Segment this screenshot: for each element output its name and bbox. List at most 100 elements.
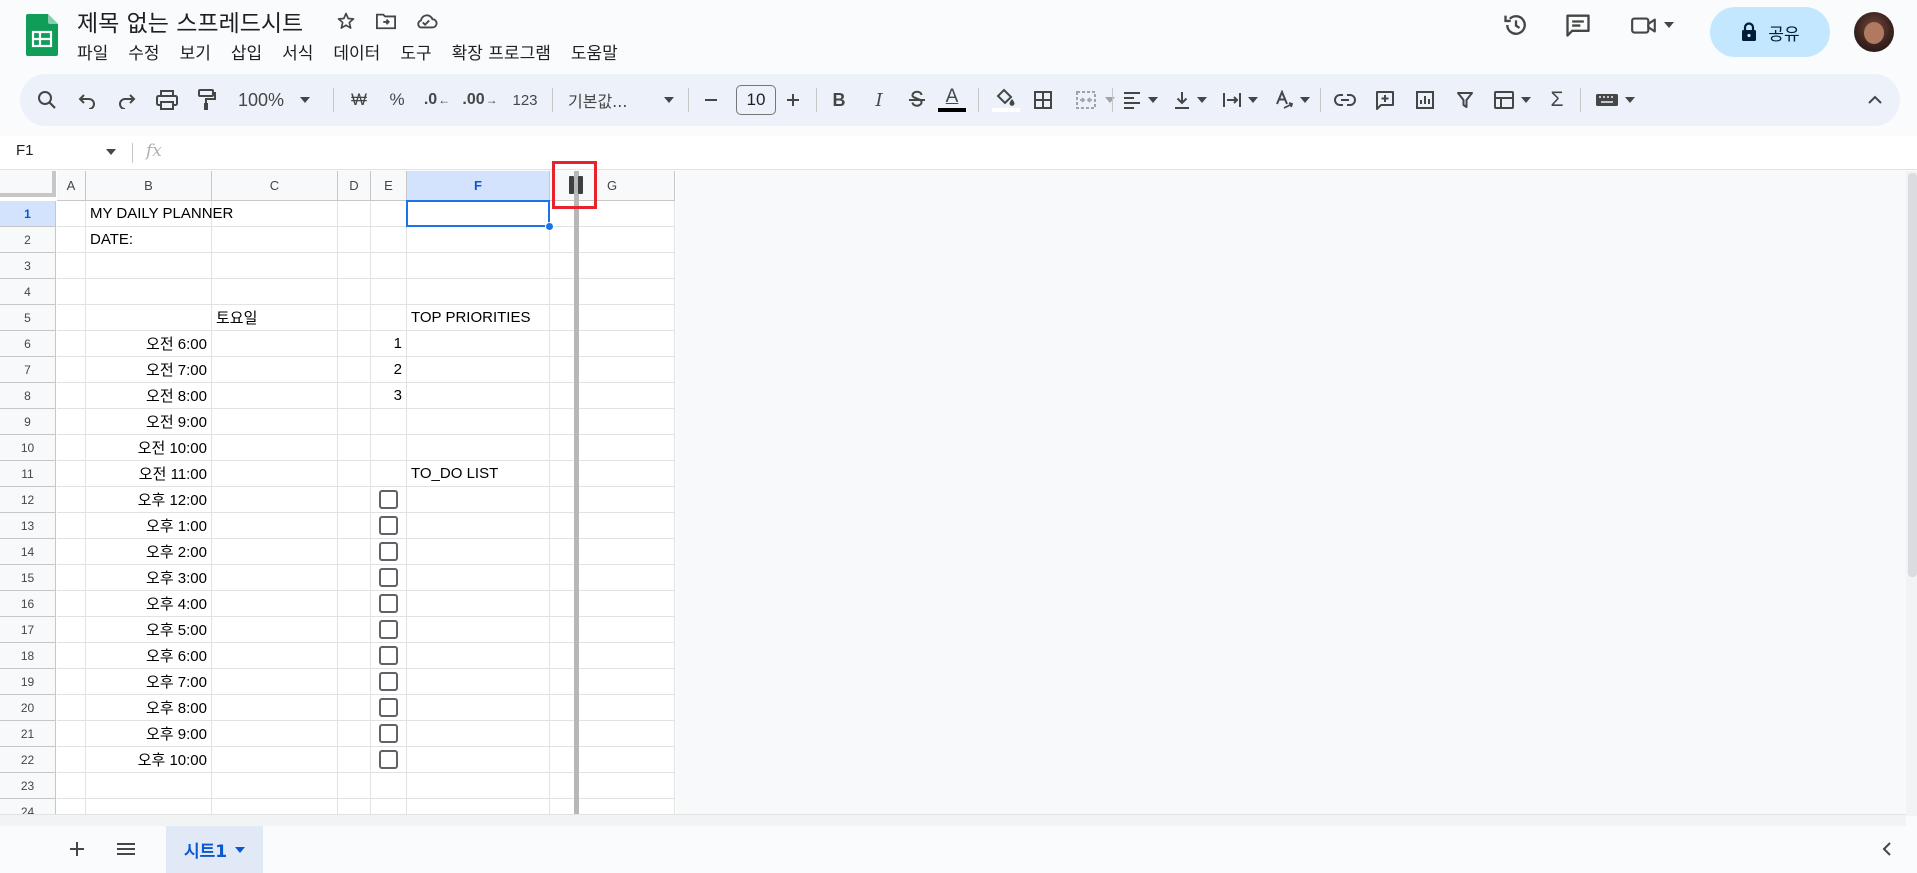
cell-a8[interactable] [57,383,86,409]
cell-a20[interactable] [57,695,86,721]
cell-g8[interactable] [550,383,675,409]
explore-chevron-left-icon[interactable] [1870,832,1904,866]
cell-f22[interactable] [407,747,550,773]
menu-tools[interactable]: 도구 [400,39,441,64]
column-header-f[interactable]: F [407,171,550,201]
cell-f14[interactable] [407,539,550,565]
cell-g17[interactable] [550,617,675,643]
row-header-18[interactable]: 18 [0,643,56,669]
cell-d18[interactable] [338,643,371,669]
cell-b12[interactable]: 오후 12:00 [86,487,212,513]
sheets-logo-icon[interactable] [26,14,58,56]
cell-c4[interactable] [212,279,338,305]
bold-button[interactable]: B [826,74,852,126]
cell-c21[interactable] [212,721,338,747]
cell-g21[interactable] [550,721,675,747]
cell-f1[interactable] [407,201,550,227]
chevron-down-icon[interactable] [235,846,246,853]
cell-e19[interactable] [371,669,407,695]
cell-d20[interactable] [338,695,371,721]
cell-e9[interactable] [371,409,407,435]
task-checkbox[interactable] [379,594,398,613]
menu-extensions[interactable]: 확장 프로그램 [452,39,561,64]
cell-d14[interactable] [338,539,371,565]
menu-edit[interactable]: 수정 [128,39,169,64]
cell-a17[interactable] [57,617,86,643]
cell-d13[interactable] [338,513,371,539]
currency-format-button[interactable]: ₩ [346,74,372,126]
cell-a23[interactable] [57,773,86,799]
cell-e23[interactable] [371,773,407,799]
task-checkbox[interactable] [379,542,398,561]
print-icon[interactable] [154,74,180,126]
increase-decimal-button[interactable]: .00 → [462,74,498,126]
column-header-c[interactable]: C [212,171,338,201]
cell-d6[interactable] [338,331,371,357]
cell-a11[interactable] [57,461,86,487]
cell-d17[interactable] [338,617,371,643]
cell-f19[interactable] [407,669,550,695]
cell-b20[interactable]: 오후 8:00 [86,695,212,721]
filter-views-button[interactable] [1490,74,1534,126]
cell-a7[interactable] [57,357,86,383]
formula-input[interactable] [180,142,1880,164]
cell-e15[interactable] [371,565,407,591]
cell-e13[interactable] [371,513,407,539]
move-to-folder-icon[interactable] [373,8,399,34]
cell-b17[interactable]: 오후 5:00 [86,617,212,643]
cell-c6[interactable] [212,331,338,357]
functions-sigma-icon[interactable]: Σ [1544,74,1570,126]
menu-insert[interactable]: 삽입 [231,39,272,64]
task-checkbox[interactable] [379,568,398,587]
sheet-tab-1[interactable]: 시트1 [166,826,263,873]
row-header-20[interactable]: 20 [0,695,56,721]
cell-g3[interactable] [550,253,675,279]
cell-g2[interactable] [550,227,675,253]
cell-b5[interactable] [86,305,212,331]
cell-d8[interactable] [338,383,371,409]
cell-d1[interactable] [338,201,371,227]
cell-d7[interactable] [338,357,371,383]
cell-b2[interactable]: DATE: [86,227,212,253]
column-header-e[interactable]: E [371,171,407,201]
cell-b22[interactable]: 오후 10:00 [86,747,212,773]
cell-c2[interactable] [212,227,338,253]
cell-e14[interactable] [371,539,407,565]
cell-a1[interactable] [57,201,86,227]
cell-b13[interactable]: 오후 1:00 [86,513,212,539]
row-header-17[interactable]: 17 [0,617,56,643]
cell-d16[interactable] [338,591,371,617]
cell-d10[interactable] [338,435,371,461]
row-header-8[interactable]: 8 [0,383,56,409]
cell-e17[interactable] [371,617,407,643]
cell-d15[interactable] [338,565,371,591]
cell-a5[interactable] [57,305,86,331]
row-header-6[interactable]: 6 [0,331,56,357]
cell-f4[interactable] [407,279,550,305]
cell-c16[interactable] [212,591,338,617]
cell-d12[interactable] [338,487,371,513]
cell-d11[interactable] [338,461,371,487]
cell-f16[interactable] [407,591,550,617]
version-history-icon[interactable] [1499,8,1533,42]
cell-g20[interactable] [550,695,675,721]
cell-c15[interactable] [212,565,338,591]
increase-font-size-button[interactable] [780,74,806,126]
cell-d5[interactable] [338,305,371,331]
cell-e10[interactable] [371,435,407,461]
zoom-select[interactable]: 100% [238,74,318,126]
cell-b11[interactable]: 오전 11:00 [86,461,212,487]
task-checkbox[interactable] [379,698,398,717]
cell-g19[interactable] [550,669,675,695]
cell-b1[interactable]: MY DAILY PLANNER [86,201,233,227]
share-button[interactable]: 공유 [1710,7,1830,57]
cell-g4[interactable] [550,279,675,305]
cell-b18[interactable]: 오후 6:00 [86,643,212,669]
cell-b7[interactable]: 오전 7:00 [86,357,212,383]
cell-g15[interactable] [550,565,675,591]
cell-b21[interactable]: 오후 9:00 [86,721,212,747]
name-box[interactable]: F1 [16,142,34,159]
cell-a16[interactable] [57,591,86,617]
cell-e22[interactable] [371,747,407,773]
font-size-input[interactable]: 10 [736,85,776,115]
